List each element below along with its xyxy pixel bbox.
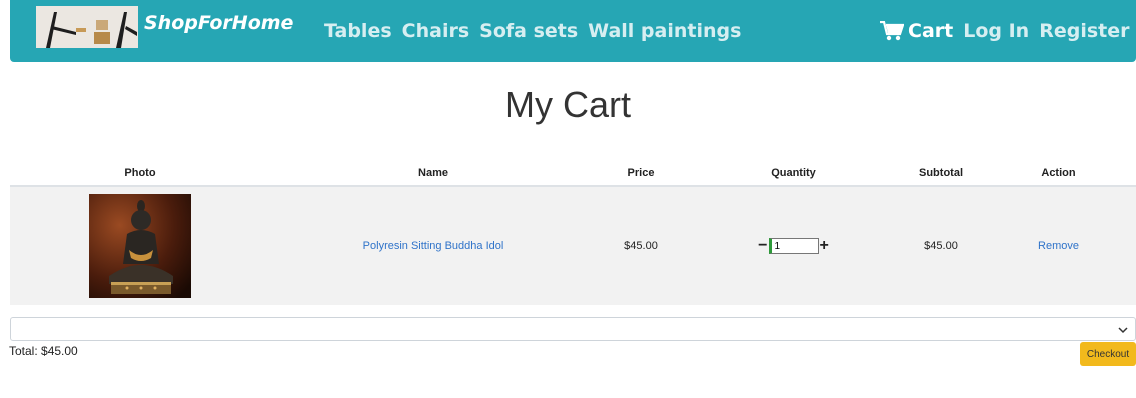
table-row: Polyresin Sitting Buddha Idol $45.00 − +…: [10, 186, 1136, 305]
increase-quantity-button[interactable]: +: [819, 238, 830, 254]
nav-links: Tables Chairs Sofa sets Wall paintings: [324, 20, 741, 42]
chevron-down-icon: [1117, 323, 1129, 341]
quantity-stepper: − +: [757, 238, 830, 254]
table-header-row: Photo Name Price Quantity Subtotal Actio…: [10, 160, 1136, 187]
product-name-link[interactable]: Polyresin Sitting Buddha Idol: [363, 240, 504, 252]
nav-link-tables[interactable]: Tables: [324, 20, 392, 42]
navbar: ShopForHome Tables Chairs Sofa sets Wall…: [10, 0, 1136, 62]
header-price: Price: [596, 160, 686, 187]
photo-cell: [10, 186, 270, 305]
login-link[interactable]: Log In: [963, 20, 1029, 42]
name-cell: Polyresin Sitting Buddha Idol: [270, 186, 596, 305]
cart-select[interactable]: [10, 317, 1136, 341]
header-quantity: Quantity: [686, 160, 901, 187]
nav-link-sofa-sets[interactable]: Sofa sets: [479, 20, 578, 42]
checkout-button[interactable]: Checkout: [1080, 342, 1136, 366]
price-cell: $45.00: [596, 186, 686, 305]
quantity-cell: − +: [686, 186, 901, 305]
header-photo: Photo: [10, 160, 270, 187]
action-cell: Remove: [981, 186, 1136, 305]
brand-name[interactable]: ShopForHome: [144, 12, 293, 34]
register-link[interactable]: Register: [1039, 20, 1129, 42]
cart-link[interactable]: Cart: [880, 20, 953, 42]
header-name: Name: [270, 160, 596, 187]
decrease-quantity-button[interactable]: −: [757, 238, 768, 254]
nav-link-wall-paintings[interactable]: Wall paintings: [588, 20, 741, 42]
page-title: My Cart: [505, 84, 631, 125]
nav-right: Cart Log In Register: [880, 20, 1129, 42]
header-action: Action: [981, 160, 1136, 187]
shopping-cart-icon: [880, 21, 904, 41]
product-photo[interactable]: [89, 194, 191, 298]
header-subtotal: Subtotal: [901, 160, 981, 187]
cart-table: Photo Name Price Quantity Subtotal Actio…: [10, 160, 1136, 305]
cart-label: Cart: [908, 20, 954, 42]
quantity-input[interactable]: [768, 238, 819, 254]
nav-link-chairs[interactable]: Chairs: [402, 20, 469, 42]
remove-link[interactable]: Remove: [1038, 240, 1079, 252]
cart-total: Total: $45.00: [9, 344, 78, 358]
logo-image[interactable]: [36, 6, 138, 48]
subtotal-cell: $45.00: [901, 186, 981, 305]
